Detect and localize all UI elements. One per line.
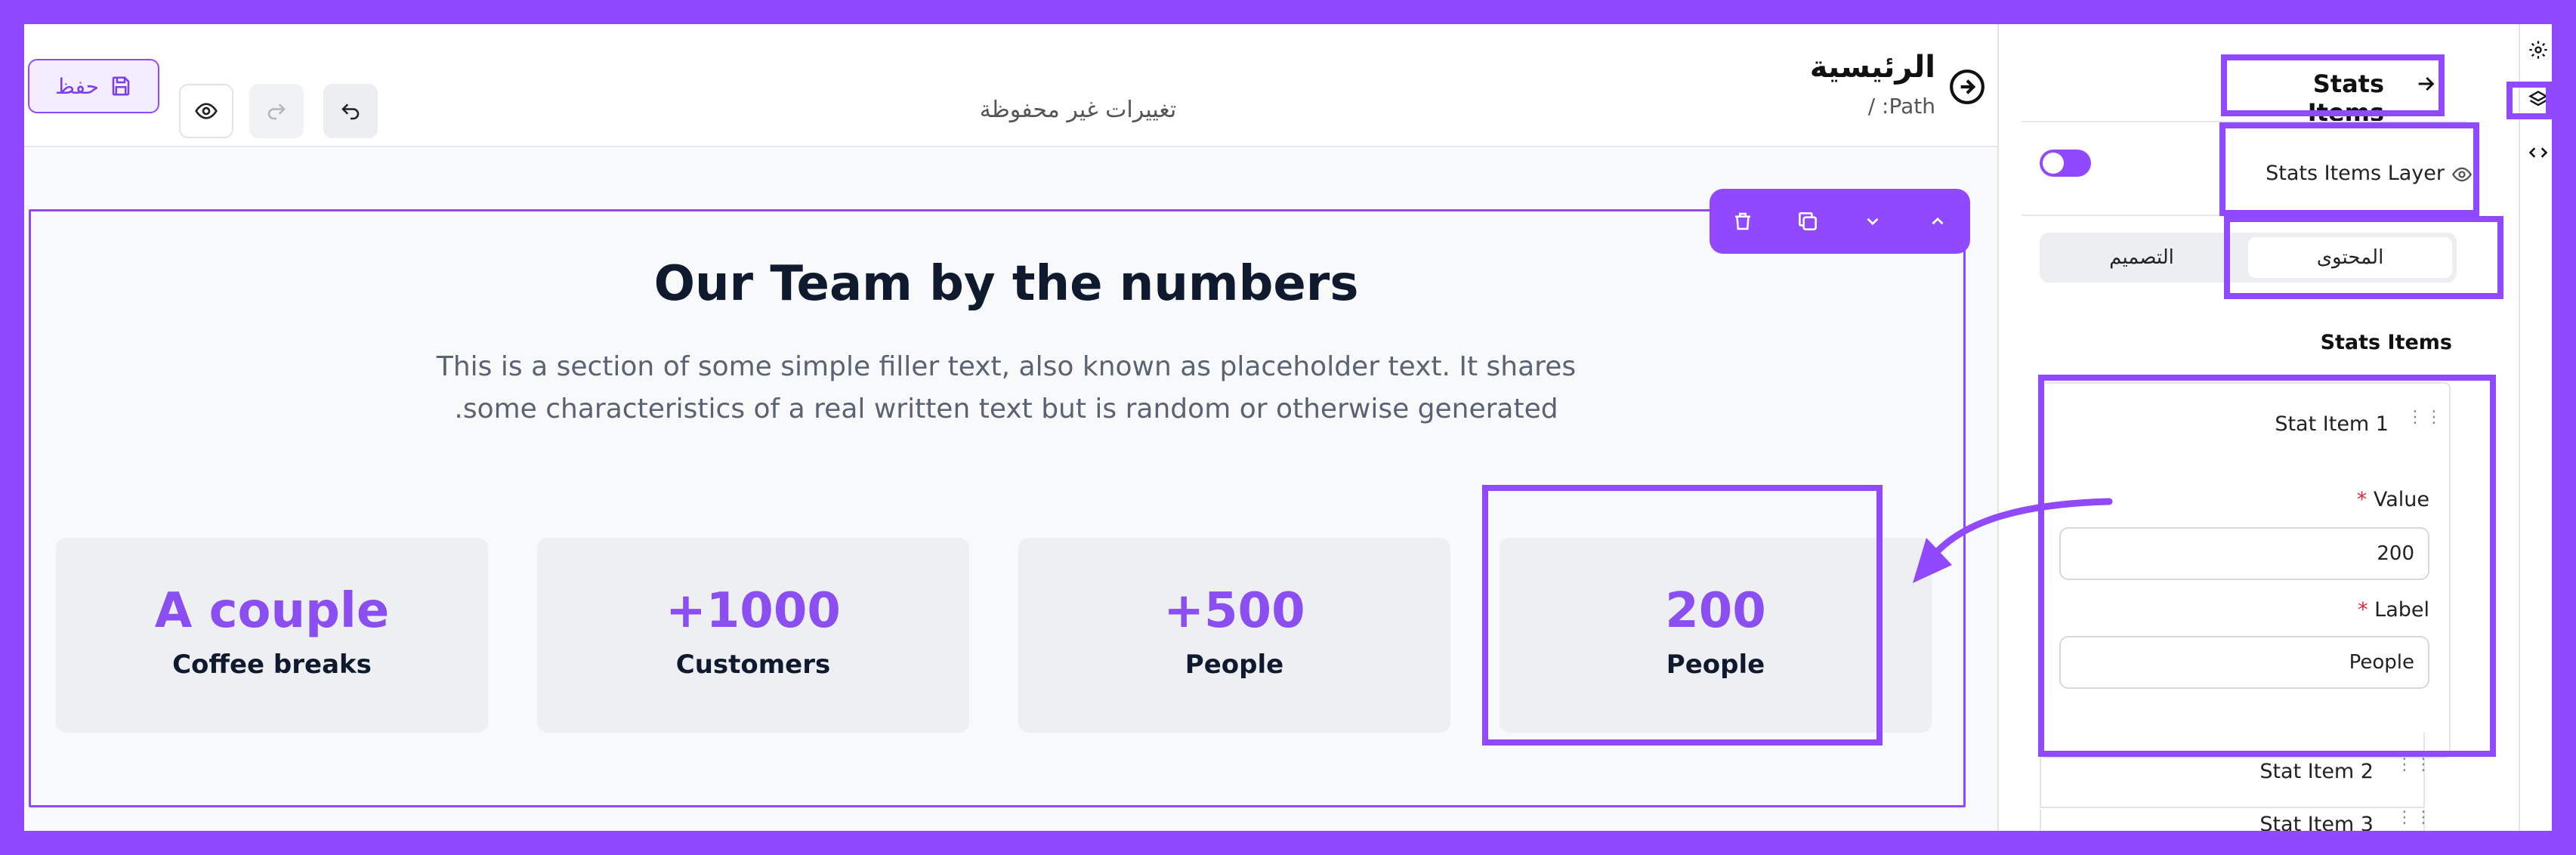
settings-button[interactable] (2523, 35, 2552, 65)
stat-value: +1000 (666, 583, 841, 639)
stat-value: +500 (1163, 583, 1305, 639)
panel-divider (2022, 215, 2467, 216)
stat-item-title: Stat Item 1 (2275, 412, 2389, 436)
panel-title: Stats Items (2307, 69, 2384, 127)
code-button[interactable] (2523, 137, 2552, 168)
editor-window: حفظ تغييرات غير محفوظة الرئيسية Path: / (24, 24, 2552, 831)
label-label: Label (2374, 598, 2429, 622)
stat-label: Customers (675, 650, 831, 680)
undo-icon (341, 103, 360, 120)
stat-label: People (1185, 650, 1284, 680)
move-down-button[interactable] (1840, 189, 1905, 254)
stat-card[interactable]: +500 People (1018, 538, 1450, 733)
panel-divider (2022, 121, 2467, 122)
undo-button[interactable] (323, 84, 378, 138)
stat-item-row[interactable]: Stat Item 2 ⋮⋮ (2040, 733, 2432, 808)
stat-value: A couple (154, 583, 390, 639)
delete-button[interactable] (1710, 189, 1775, 254)
value-label: Value (2373, 488, 2429, 511)
eye-icon (2451, 167, 2473, 182)
properties-panel: Stats Items Stats Items Layer التصميم ال… (1997, 24, 2519, 831)
gear-icon (2529, 41, 2547, 59)
duplicate-button[interactable] (1775, 189, 1840, 254)
stat-label: Coffee breaks (172, 650, 372, 680)
move-up-button[interactable] (1905, 189, 1970, 254)
stat-item-title: Stat Item 3 (2259, 813, 2374, 831)
floppy-disk-icon (112, 76, 130, 96)
toggle-knob (2043, 153, 2064, 174)
chevron-up-icon (1932, 217, 1943, 225)
list-heading: Stats Items (2320, 331, 2452, 354)
layer-visibility-toggle[interactable] (2040, 150, 2091, 177)
icon-rail (2519, 24, 2552, 831)
label-field-label: * Label (2268, 598, 2429, 622)
tab-bar: التصميم المحتوى (2040, 233, 2457, 282)
drag-handle-icon[interactable]: ⋮⋮ (2407, 409, 2442, 437)
page-path: Path: / (1867, 94, 1935, 119)
label-input[interactable]: People (2059, 636, 2429, 689)
stat-value: 200 (1665, 583, 1766, 639)
stat-item-title: Stat Item 2 (2259, 760, 2374, 783)
chevron-down-icon (1867, 218, 1878, 226)
stat-card[interactable]: A couple Coffee breaks (56, 538, 488, 733)
layer-label: Stats Items Layer (2266, 162, 2445, 185)
top-toolbar: حفظ تغييرات غير محفوظة الرئيسية Path: / (24, 24, 1997, 147)
section-text-line-1: This is a section of some simple filler … (436, 351, 1577, 382)
value-field-label: * Value (2268, 488, 2429, 511)
save-label: حفظ (54, 73, 100, 99)
section-text-line-2: .some characteristics of a real written … (454, 394, 1558, 424)
code-icon (2528, 147, 2548, 158)
required-mark: * (2356, 488, 2368, 511)
preview-button[interactable] (179, 84, 233, 138)
annotation-arrow (1913, 498, 2113, 583)
layers-icon (2528, 91, 2548, 106)
stat-label: People (1666, 650, 1765, 680)
stat-item-row[interactable]: Stat Item 3 ⋮⋮ (2040, 810, 2432, 831)
tab-content[interactable]: المحتوى (2248, 237, 2452, 278)
panel-back-button[interactable] (2407, 65, 2445, 103)
eye-icon (195, 103, 218, 119)
stat-card[interactable]: +1000 Customers (537, 538, 969, 733)
layer-eye-button[interactable] (2449, 162, 2475, 187)
back-button[interactable] (1946, 66, 1988, 108)
page-title: الرئيسية (1809, 50, 1935, 85)
section-toolbar (1710, 189, 1970, 254)
redo-icon (267, 103, 286, 120)
redo-button[interactable] (249, 84, 304, 138)
trash-icon (1734, 212, 1750, 230)
drag-handle-icon[interactable]: ⋮⋮ (2396, 757, 2432, 784)
arrow-right-icon (2418, 76, 2435, 91)
drag-handle-icon[interactable]: ⋮⋮ (2396, 810, 2432, 831)
section-title: Our Team by the numbers (653, 256, 1359, 312)
save-button[interactable]: حفظ (28, 59, 159, 113)
arrow-circle-right-icon (1950, 69, 1985, 104)
unsaved-status: تغييرات غير محفوظة (979, 96, 1177, 123)
stat-card-selected[interactable]: 200 People (1500, 538, 1932, 733)
tab-design[interactable]: التصميم (2040, 233, 2244, 282)
required-mark: * (2358, 598, 2368, 622)
layers-button[interactable] (2523, 85, 2552, 115)
copy-icon (1798, 212, 1817, 230)
